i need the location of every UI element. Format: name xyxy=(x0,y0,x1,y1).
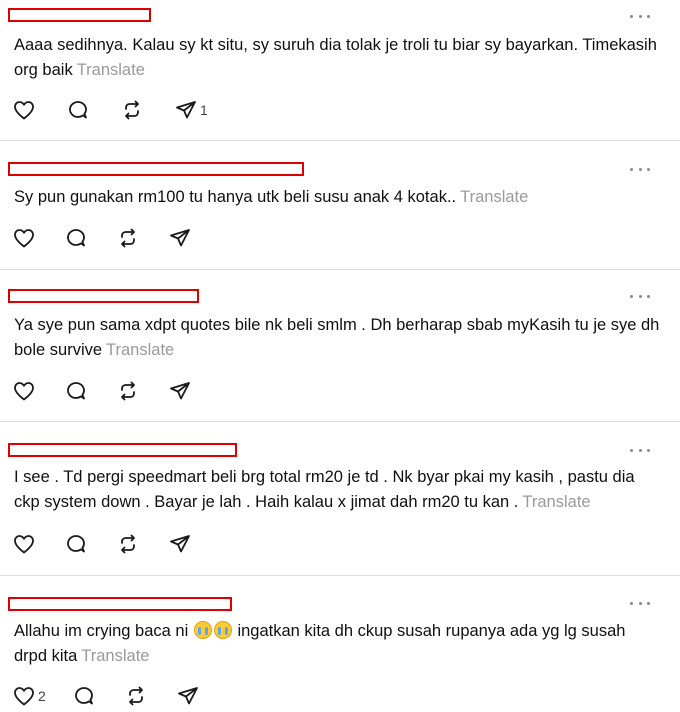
reply-post: Aaaa sedihnya. Kalau sy kt situ, sy suru… xyxy=(0,0,680,140)
action-bar: 1 xyxy=(12,98,236,122)
crying-face-icon xyxy=(213,621,232,639)
share-button[interactable] xyxy=(168,532,192,556)
heart-icon xyxy=(14,687,34,706)
like-button[interactable]: 2 xyxy=(12,684,46,708)
redacted-username xyxy=(8,443,237,457)
repost-icon xyxy=(121,534,135,554)
repost-icon xyxy=(121,228,135,248)
like-button[interactable] xyxy=(12,98,38,122)
send-icon xyxy=(170,382,190,400)
action-bar xyxy=(12,226,220,250)
share-button[interactable] xyxy=(176,684,200,708)
action-bar xyxy=(12,532,220,556)
post-text-before: Allahu im crying baca ni xyxy=(14,622,189,640)
share-count: 1 xyxy=(200,102,208,118)
comment-icon xyxy=(74,687,93,705)
redacted-username xyxy=(8,162,304,176)
reply-button[interactable] xyxy=(64,532,88,556)
send-icon xyxy=(170,535,190,553)
reply-button[interactable] xyxy=(64,226,88,250)
redacted-username xyxy=(8,8,151,22)
like-button[interactable] xyxy=(12,379,36,403)
heart-icon xyxy=(14,229,34,248)
like-button[interactable] xyxy=(12,532,36,556)
repost-icon xyxy=(121,381,135,401)
like-count: 2 xyxy=(38,688,46,704)
heart-icon xyxy=(14,535,34,554)
repost-button[interactable] xyxy=(120,98,146,122)
translate-link[interactable]: Translate xyxy=(522,493,590,511)
comment-icon xyxy=(67,535,85,553)
reply-button[interactable] xyxy=(72,684,96,708)
repost-icon xyxy=(128,686,143,706)
share-button[interactable]: 1 xyxy=(174,98,208,122)
more-options-icon[interactable] xyxy=(630,11,650,21)
post-text: Allahu im crying baca ni ingatkan kita d… xyxy=(14,619,660,669)
translate-link[interactable]: Translate xyxy=(106,341,174,359)
more-options-icon[interactable] xyxy=(630,598,650,608)
comment-icon xyxy=(67,229,85,247)
translate-link[interactable]: Translate xyxy=(460,188,528,206)
more-options-icon[interactable] xyxy=(630,164,650,174)
post-text: Ya sye pun sama xdpt quotes bile nk beli… xyxy=(14,313,660,363)
post-text-content: Sy pun gunakan rm100 tu hanya utk beli s… xyxy=(14,188,457,206)
comment-icon xyxy=(67,382,85,400)
more-options-icon[interactable] xyxy=(630,445,650,455)
replies-feed: Aaaa sedihnya. Kalau sy kt situ, sy suru… xyxy=(0,0,680,712)
redacted-username xyxy=(8,597,232,611)
repost-button[interactable] xyxy=(116,532,140,556)
repost-button[interactable] xyxy=(124,684,148,708)
post-text: Aaaa sedihnya. Kalau sy kt situ, sy suru… xyxy=(14,33,660,83)
share-button[interactable] xyxy=(168,379,192,403)
action-bar: 2 xyxy=(12,684,228,708)
send-icon xyxy=(170,229,190,247)
reply-post: Sy pun gunakan rm100 tu hanya utk beli s… xyxy=(0,141,680,269)
more-options-icon[interactable] xyxy=(630,291,650,301)
translate-link[interactable]: Translate xyxy=(81,647,149,665)
heart-icon xyxy=(14,101,34,120)
reply-post: I see . Td pergi speedmart beli brg tota… xyxy=(0,422,680,575)
post-text: I see . Td pergi speedmart beli brg tota… xyxy=(14,465,660,515)
repost-button[interactable] xyxy=(116,226,140,250)
like-button[interactable] xyxy=(12,226,36,250)
reply-post: Ya sye pun sama xdpt quotes bile nk beli… xyxy=(0,270,680,421)
send-icon xyxy=(177,687,198,705)
crying-face-icon xyxy=(193,621,212,639)
heart-icon xyxy=(14,382,34,401)
post-text: Sy pun gunakan rm100 tu hanya utk beli s… xyxy=(14,185,660,210)
translate-link[interactable]: Translate xyxy=(77,61,145,79)
reply-button[interactable] xyxy=(64,379,88,403)
comment-icon xyxy=(69,101,87,119)
action-bar xyxy=(12,379,220,403)
repost-icon xyxy=(125,100,139,120)
repost-button[interactable] xyxy=(116,379,140,403)
share-button[interactable] xyxy=(168,226,192,250)
redacted-username xyxy=(8,289,199,303)
send-icon xyxy=(176,101,196,119)
reply-button[interactable] xyxy=(66,98,92,122)
reply-post: Allahu im crying baca ni ingatkan kita d… xyxy=(0,576,680,712)
